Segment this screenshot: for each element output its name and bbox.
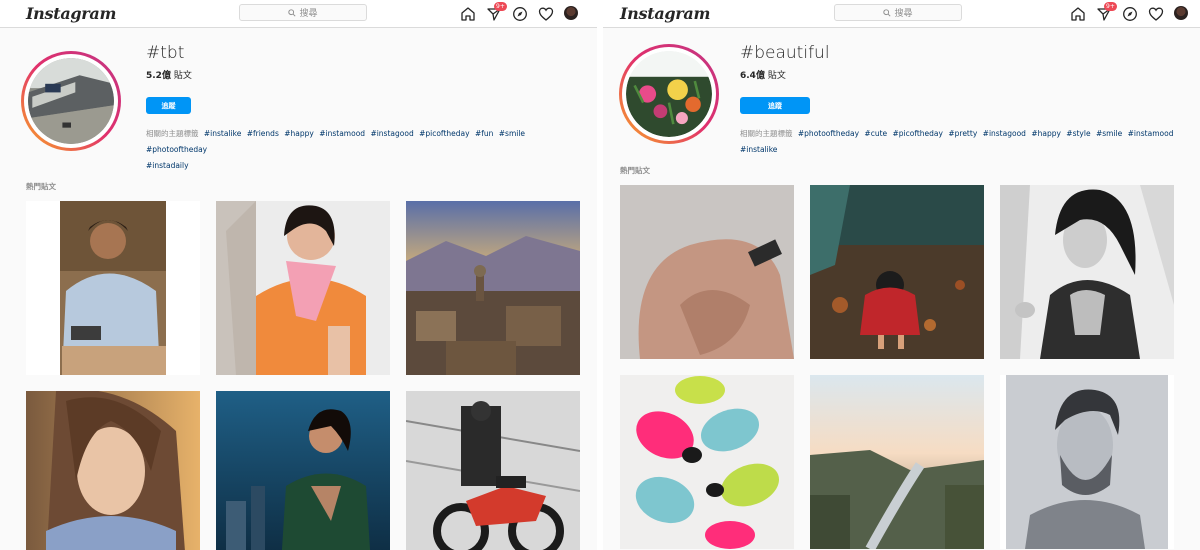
post-thumbnail[interactable] — [406, 201, 580, 375]
nav-icons: 9+ — [1070, 2, 1190, 22]
search-placeholder: 搜尋 — [299, 9, 318, 19]
post-thumbnail[interactable] — [620, 185, 794, 359]
explore-compass-icon[interactable] — [1122, 6, 1138, 22]
related-hashtag-link[interactable]: #fun — [475, 129, 493, 138]
hashtag-profile-image — [619, 44, 719, 144]
hashtag-cover-photo — [28, 58, 114, 144]
related-hashtag-link[interactable]: #style — [1066, 129, 1090, 138]
follow-button[interactable]: 追蹤 — [740, 97, 810, 114]
related-hashtag-link[interactable]: #photooftheday — [146, 145, 207, 154]
search-input[interactable]: 搜尋 — [239, 4, 367, 21]
related-hashtag-link[interactable]: #happy — [1031, 129, 1061, 138]
post-thumbnail[interactable] — [810, 185, 984, 359]
related-hashtags-label: 相關的主題標籤 — [740, 129, 793, 138]
related-hashtag-link[interactable]: #photooftheday — [798, 129, 859, 138]
related-hashtag-link[interactable]: #happy — [284, 129, 314, 138]
related-hashtags-label: 相關的主題標籤 — [146, 129, 199, 138]
related-hashtag-link[interactable]: #instalike — [740, 145, 777, 154]
related-hashtag-link[interactable]: #picoftheday — [419, 129, 469, 138]
related-hashtag-link[interactable]: #friends — [247, 129, 279, 138]
related-hashtag-link[interactable]: #instagood — [370, 129, 413, 138]
notification-badge: 9+ — [494, 2, 507, 11]
activity-heart-icon[interactable] — [1148, 6, 1164, 22]
explore-compass-icon[interactable] — [512, 6, 528, 22]
top-nav-bar: Instagram 搜尋 9+ — [0, 0, 597, 28]
hashtag-page-tbt: Instagram 搜尋 9+ #tbt 5.2億 貼文 追蹤 相關的主題標籤 … — [0, 0, 597, 550]
related-hashtag-link[interactable]: #smile — [499, 129, 525, 138]
top-posts-grid — [26, 201, 580, 550]
related-hashtag-link[interactable]: #cute — [864, 129, 887, 138]
post-count-suffix: 貼文 — [764, 71, 786, 81]
post-count: 5.2億 貼文 — [146, 68, 192, 81]
related-hashtags: 相關的主題標籤 #instalike #friends #happy #inst… — [146, 126, 566, 174]
post-thumbnail[interactable] — [216, 201, 390, 375]
instagram-logo[interactable]: Instagram — [26, 4, 116, 23]
post-thumbnail[interactable] — [1000, 185, 1174, 359]
post-thumbnail[interactable] — [216, 391, 390, 550]
top-nav-bar: Instagram 搜尋 9+ — [603, 0, 1200, 28]
activity-heart-icon[interactable] — [538, 6, 554, 22]
home-icon[interactable] — [460, 6, 476, 22]
search-icon — [883, 8, 892, 17]
post-count: 6.4億 貼文 — [740, 68, 786, 81]
home-icon[interactable] — [1070, 6, 1086, 22]
hashtag-page-beautiful: Instagram 搜尋 9+ #beautiful 6.4億 貼文 追蹤 相關… — [603, 0, 1200, 550]
top-posts-label: 熱門貼文 — [620, 166, 650, 175]
related-hashtag-link[interactable]: #instamood — [1128, 129, 1174, 138]
search-placeholder: 搜尋 — [894, 9, 913, 19]
post-count-value: 5.2億 — [146, 71, 171, 81]
nav-icons: 9+ — [460, 2, 580, 22]
follow-button[interactable]: 追蹤 — [146, 97, 191, 114]
top-posts-label: 熱門貼文 — [26, 182, 56, 191]
hashtag-cover-photo — [626, 51, 712, 137]
related-hashtag-link[interactable]: #pretty — [948, 129, 977, 138]
profile-avatar[interactable] — [564, 6, 580, 22]
post-thumbnail[interactable] — [26, 201, 200, 375]
hashtag-profile-image — [21, 51, 121, 151]
related-hashtag-link[interactable]: #instagood — [983, 129, 1026, 138]
related-hashtag-link[interactable]: #instadaily — [146, 161, 189, 170]
search-input[interactable]: 搜尋 — [834, 4, 962, 21]
direct-message-icon[interactable]: 9+ — [1096, 2, 1117, 22]
post-thumbnail[interactable] — [1000, 375, 1174, 549]
notification-badge: 9+ — [1104, 2, 1117, 11]
hashtag-title: #tbt — [146, 43, 185, 63]
related-hashtag-link[interactable]: #instamood — [319, 129, 365, 138]
post-thumbnail[interactable] — [26, 391, 200, 550]
post-thumbnail[interactable] — [406, 391, 580, 550]
post-count-value: 6.4億 — [740, 71, 765, 81]
related-hashtag-link[interactable]: #picoftheday — [893, 129, 943, 138]
related-hashtag-link[interactable]: #smile — [1096, 129, 1122, 138]
instagram-logo[interactable]: Instagram — [620, 4, 710, 23]
related-hashtags: 相關的主題標籤 #photooftheday #cute #picoftheda… — [740, 126, 1190, 158]
top-posts-grid — [620, 185, 1174, 549]
hashtag-title: #beautiful — [740, 43, 830, 63]
search-icon — [288, 8, 297, 17]
post-thumbnail[interactable] — [620, 375, 794, 549]
related-hashtag-link[interactable]: #instalike — [204, 129, 241, 138]
direct-message-icon[interactable]: 9+ — [486, 2, 507, 22]
post-count-suffix: 貼文 — [170, 71, 192, 81]
profile-avatar[interactable] — [1174, 6, 1190, 22]
post-thumbnail[interactable] — [810, 375, 984, 549]
